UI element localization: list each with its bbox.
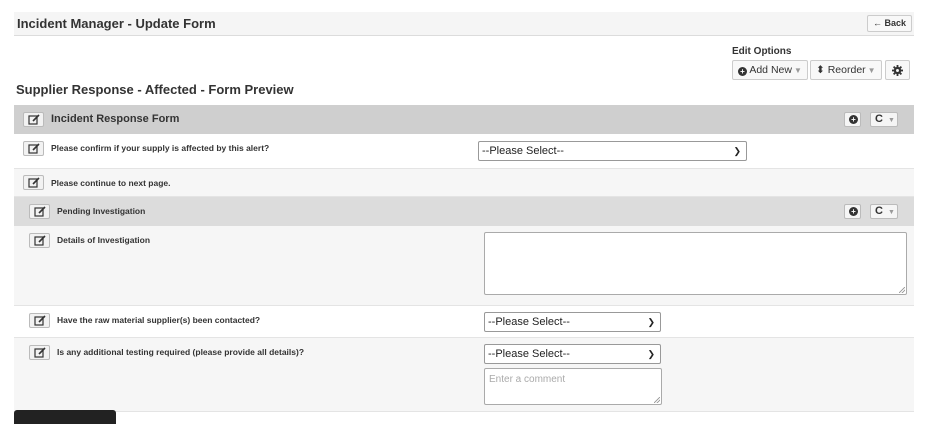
refresh-icon: C: [875, 205, 883, 217]
edit-question-button[interactable]: [29, 233, 50, 248]
question-row: Details of Investigation: [14, 226, 914, 306]
question-label: Please continue to next page.: [51, 178, 171, 188]
edit-question-button[interactable]: [23, 141, 44, 156]
add-circle-icon: +: [738, 67, 747, 76]
comment-placeholder: Enter a comment: [489, 374, 566, 385]
supplier-contacted-select[interactable]: --Please Select-- ❯: [484, 312, 661, 332]
chevron-down-icon: ▼: [888, 117, 895, 124]
edit-icon: [34, 315, 46, 326]
question-row: Have the raw material supplier(s) been c…: [14, 306, 914, 338]
section-header: Incident Response Form + C ▼: [14, 105, 914, 134]
add-section-item-button[interactable]: +: [844, 112, 861, 127]
back-button[interactable]: ← Back: [866, 15, 912, 32]
edit-icon: [34, 235, 46, 246]
question-label: Is any additional testing required (plea…: [57, 347, 305, 357]
investigation-details-textarea[interactable]: [484, 232, 907, 295]
edit-icon: [28, 177, 40, 188]
reorder-button[interactable]: ⬍ Reorder ▼: [810, 60, 882, 80]
add-circle-icon: +: [849, 115, 858, 124]
question-row: Is any additional testing required (plea…: [14, 338, 914, 412]
chevron-down-icon: ❯: [647, 317, 655, 327]
chevron-down-icon: ▼: [867, 66, 876, 75]
edit-question-button[interactable]: [29, 345, 50, 360]
form-preview-title: Supplier Response - Affected - Form Prev…: [16, 82, 294, 97]
edit-icon: [34, 206, 46, 217]
edit-icon: [34, 347, 46, 358]
question-label: Please confirm if your supply is affecte…: [51, 143, 270, 153]
add-new-label: Add New: [749, 64, 792, 76]
refresh-subsection-button[interactable]: C ▼: [870, 204, 898, 219]
subsection-header: Pending Investigation + C ▼: [14, 197, 914, 226]
edit-section-button[interactable]: [23, 112, 44, 127]
question-label: Details of Investigation: [57, 235, 151, 245]
resize-handle[interactable]: [654, 397, 660, 403]
add-circle-icon: +: [849, 207, 858, 216]
section-title: Incident Response Form: [51, 113, 180, 125]
select-value: --Please Select--: [488, 348, 570, 360]
app-header: Incident Manager - Update Form ← Back: [14, 12, 914, 36]
question-row: Please continue to next page.: [14, 169, 914, 197]
edit-question-button[interactable]: [29, 313, 50, 328]
add-new-button[interactable]: + Add New ▼: [732, 60, 808, 80]
edit-subsection-button[interactable]: [29, 204, 50, 219]
chevron-down-icon: ❯: [647, 349, 655, 359]
select-value: --Please Select--: [482, 145, 564, 157]
resize-handle[interactable]: [899, 287, 905, 293]
bottom-tab[interactable]: [14, 410, 116, 424]
edit-icon: [28, 114, 40, 125]
edit-icon: [28, 143, 40, 154]
refresh-section-button[interactable]: C ▼: [870, 112, 898, 127]
refresh-icon: C: [875, 113, 883, 125]
additional-testing-select[interactable]: --Please Select-- ❯: [484, 344, 661, 364]
edit-options-label: Edit Options: [732, 46, 792, 57]
select-value: --Please Select--: [488, 316, 570, 328]
comment-textarea[interactable]: Enter a comment: [484, 368, 662, 405]
question-row: Please confirm if your supply is affecte…: [14, 134, 914, 169]
edit-question-button[interactable]: [23, 175, 44, 190]
subsection-title: Pending Investigation: [57, 206, 146, 216]
reorder-label: ⬍ Reorder: [816, 64, 866, 76]
chevron-down-icon: ❯: [733, 146, 741, 156]
add-subsection-item-button[interactable]: +: [844, 204, 861, 219]
question-label: Have the raw material supplier(s) been c…: [57, 315, 261, 325]
page-title: Incident Manager - Update Form: [17, 16, 216, 31]
settings-button[interactable]: [885, 60, 910, 80]
chevron-down-icon: ▼: [793, 66, 802, 75]
chevron-down-icon: ▼: [888, 209, 895, 216]
supply-affected-select[interactable]: --Please Select-- ❯: [478, 141, 747, 161]
gear-icon: [892, 65, 903, 76]
